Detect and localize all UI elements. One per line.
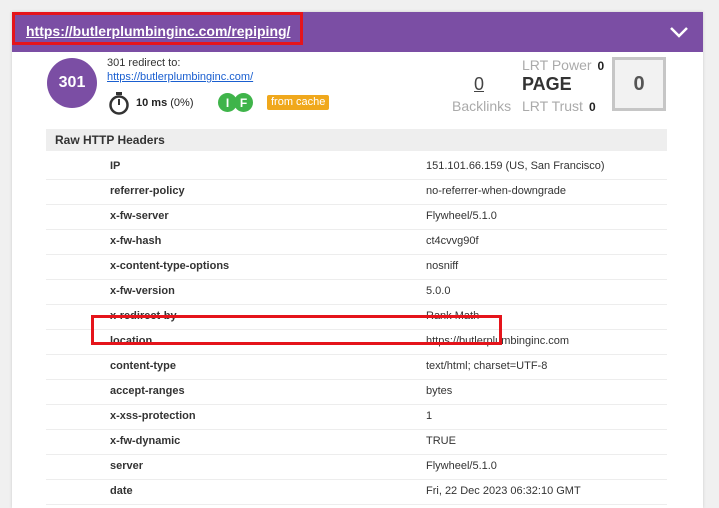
redirect-by-highlight-box <box>91 315 502 345</box>
lrt-power-label: LRT Power <box>522 57 592 73</box>
header-row: content-type text/html; charset=UTF-8 <box>46 355 667 380</box>
header-row: server Flywheel/5.1.0 <box>46 455 667 480</box>
header-value: nosniff <box>426 260 459 272</box>
follow-badge: F <box>234 93 253 112</box>
header-key: x-fw-version <box>110 285 175 297</box>
lrt-power: LRT Power 0 <box>522 57 604 73</box>
backlinks-label: Backlinks <box>452 98 512 114</box>
url-header-bar[interactable]: https://butlerplumbinginc.com/repiping/ <box>12 12 703 52</box>
header-value: Flywheel/5.1.0 <box>426 210 497 222</box>
header-row: x-fw-server Flywheel/5.1.0 <box>46 205 667 230</box>
header-row: IP 151.101.66.159 (US, San Francisco) <box>46 155 667 180</box>
raw-headers-title: Raw HTTP Headers <box>46 129 667 151</box>
header-key: accept-ranges <box>110 385 185 397</box>
header-value: Flywheel/5.1.0 <box>426 460 497 472</box>
redirect-label: 301 redirect to: <box>107 57 181 69</box>
lrt-power-value: 0 <box>597 59 605 73</box>
header-key: x-fw-server <box>110 210 169 222</box>
redirect-target-link[interactable]: https://butlerplumbinginc.com/ <box>107 71 253 83</box>
header-value: Fri, 22 Dec 2023 06:32:10 GMT <box>426 485 581 497</box>
header-key: x-fw-dynamic <box>110 435 181 447</box>
header-key: referrer-policy <box>110 185 185 197</box>
status-code-badge: 301 <box>47 58 97 108</box>
header-value: no-referrer-when-downgrade <box>426 185 567 197</box>
header-key: x-content-type-options <box>110 260 230 272</box>
response-time: 10 ms (0%) <box>136 97 194 109</box>
header-value: 151.101.66.159 (US, San Francisco) <box>426 160 605 172</box>
header-key: x-xss-protection <box>110 410 196 422</box>
header-row: accept-ranges bytes <box>46 380 667 405</box>
header-value: 5.0.0 <box>426 285 451 297</box>
header-row: x-content-type-options nosniff <box>46 255 667 280</box>
stopwatch-icon <box>109 92 129 115</box>
header-key: x-fw-hash <box>110 235 162 247</box>
header-key: content-type <box>110 360 176 372</box>
url-highlight-box <box>12 12 303 45</box>
header-row: x-fw-dynamic TRUE <box>46 430 667 455</box>
header-value: bytes <box>426 385 453 397</box>
header-row: x-fw-hash ct4cvvg90f <box>46 230 667 255</box>
cache-badge: from cache <box>267 95 330 110</box>
lrt-trust-value: 0 <box>588 100 596 114</box>
header-row: referrer-policy no-referrer-when-downgrad… <box>46 180 667 205</box>
response-time-value: 10 ms <box>136 97 168 109</box>
lrt-trust-label: LRT Trust <box>522 98 583 114</box>
header-key: IP <box>110 160 121 172</box>
header-value: 1 <box>426 410 433 422</box>
header-value: TRUE <box>426 435 456 447</box>
lrt-trust: LRT Trust 0 <box>522 98 596 114</box>
result-card: https://butlerplumbinginc.com/repiping/ … <box>12 12 703 508</box>
header-value: text/html; charset=UTF-8 <box>426 360 548 372</box>
header-key: server <box>110 460 144 472</box>
header-row: x-xss-protection 1 <box>46 405 667 430</box>
backlinks-count[interactable]: 0 <box>474 74 484 95</box>
page-label: PAGE <box>522 74 572 94</box>
header-value: ct4cvvg90f <box>426 235 479 247</box>
header-key: date <box>110 485 133 497</box>
response-time-percent: (0%) <box>170 97 194 109</box>
page-score-box: 0 <box>612 57 666 111</box>
chevron-down-icon[interactable] <box>668 24 690 40</box>
header-row: x-fw-version 5.0.0 <box>46 280 667 305</box>
header-row: date Fri, 22 Dec 2023 06:32:10 GMT <box>46 480 667 505</box>
